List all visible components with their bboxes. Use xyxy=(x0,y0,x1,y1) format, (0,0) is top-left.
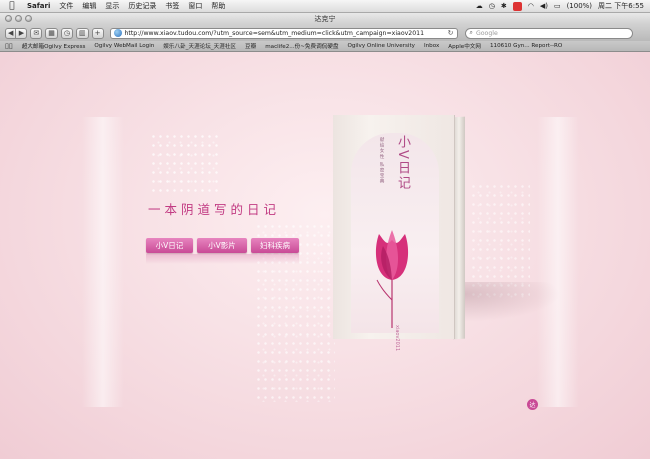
bookmark-item[interactable]: maclife2...份~免费调侃硬盘 xyxy=(265,42,338,50)
close-window-button[interactable] xyxy=(5,15,12,22)
book-icon: ▥ xyxy=(79,29,86,37)
decorative-stripe xyxy=(537,117,579,407)
globe-icon xyxy=(113,29,122,37)
forward-arrow-icon: ▶ xyxy=(18,29,25,37)
minimize-window-button[interactable] xyxy=(15,15,22,22)
menu-view[interactable]: 显示 xyxy=(105,1,119,11)
history-button[interactable]: ◷ xyxy=(60,27,73,39)
window-controls xyxy=(5,15,32,22)
book-subtitle: 献给女性 私密宝典 xyxy=(377,137,385,184)
bookmark-item[interactable]: Apple中文网 xyxy=(448,42,481,50)
menu-edit[interactable]: 编辑 xyxy=(82,1,96,11)
app-status-icon[interactable] xyxy=(512,1,522,11)
battery-percent: (100%) xyxy=(566,2,593,10)
url-text: http://www.xiaov.tudou.com/?utm_source=s… xyxy=(124,29,425,37)
reload-icon[interactable]: ↻ xyxy=(448,29,454,37)
menu-extras: ☁ ◷ ✱ ◠ ◀) ▭ (100%) 周二 下午6:55 xyxy=(476,1,650,11)
book-image[interactable]: 小V日记 献给女性 私密宝典 xiaov2011 xyxy=(333,115,465,351)
window-titlebar: 达克宁 xyxy=(0,13,650,25)
bookmark-item[interactable]: 豆瓣 xyxy=(245,42,256,50)
zoom-window-button[interactable] xyxy=(25,15,32,22)
menubar-clock[interactable]: 周二 下午6:55 xyxy=(598,1,644,11)
book-author: xiaov2011 xyxy=(394,325,400,352)
add-bookmark-button[interactable]: + xyxy=(91,27,104,39)
clock-icon: ◷ xyxy=(63,29,70,37)
bookmark-item[interactable]: 超大邮箱Ogilvy Express xyxy=(22,42,86,50)
button-reflection xyxy=(146,254,299,264)
menu-help[interactable]: 帮助 xyxy=(211,1,225,11)
wifi-icon[interactable]: ◠ xyxy=(528,2,534,10)
book-title: 小V日记 xyxy=(395,135,410,191)
bookmark-item[interactable]: 110610 Gyn... Report--RO xyxy=(490,43,562,49)
nav-button-row: 小V日记 小V影片 妇科疾病 xyxy=(146,238,299,253)
search-placeholder: Google xyxy=(475,29,498,37)
clock-menu-icon[interactable]: ◷ xyxy=(489,2,495,10)
web-page: 一本阴道写的日记 小V日记 小V影片 妇科疾病 小V日记 献给女性 私密宝典 x… xyxy=(0,52,650,459)
window-title: 达克宁 xyxy=(314,15,336,23)
disease-button[interactable]: 妇科疾病 xyxy=(251,238,299,253)
nav-buttons: ◀ ▶ xyxy=(5,27,28,39)
diary-button[interactable]: 小V日记 xyxy=(146,238,193,253)
page-headline: 一本阴道写的日记 xyxy=(148,202,281,217)
battery-icon[interactable]: ▭ xyxy=(554,2,561,10)
browser-toolbar: ◀ ▶ ✉ ▦ ◷ ▥ + http://www.xiaov.tudou.com… xyxy=(0,25,650,41)
forward-button[interactable]: ▶ xyxy=(16,27,28,39)
bookmark-item[interactable]: Ogilvy WebMail Login xyxy=(94,43,154,49)
bookmarks-book-icon[interactable]: ▯▯ xyxy=(5,42,13,50)
sparkle-decoration xyxy=(150,132,220,192)
cloud-icon[interactable]: ☁ xyxy=(476,2,483,10)
apple-menu-icon[interactable]:  xyxy=(6,1,18,11)
menu-bar:  Safari 文件 编辑 显示 历史记录 书签 窗口 帮助 ☁ ◷ ✱ ◠ … xyxy=(0,0,650,13)
bookmark-item[interactable]: 娱乐八卦_天涯论坛_天涯社区 xyxy=(163,42,236,50)
search-field[interactable]: ⌕ Google xyxy=(464,27,633,39)
back-button[interactable]: ◀ xyxy=(5,27,17,39)
mail-button[interactable]: ✉ xyxy=(30,27,43,39)
grid-icon: ▦ xyxy=(48,29,55,37)
menu-file[interactable]: 文件 xyxy=(59,1,73,11)
bookmark-item[interactable]: Ogilvy Online University xyxy=(347,43,415,49)
envelope-icon: ✉ xyxy=(33,29,40,37)
back-arrow-icon: ◀ xyxy=(8,29,14,37)
menu-window[interactable]: 窗口 xyxy=(188,1,202,11)
book-subtitle-line: 献给女性 xyxy=(379,137,384,160)
corner-badge-button[interactable]: 达 xyxy=(527,399,538,410)
book-subtitle-line: 私密宝典 xyxy=(379,161,384,185)
menu-bookmarks[interactable]: 书签 xyxy=(165,1,179,11)
menu-history[interactable]: 历史记录 xyxy=(128,1,156,11)
volume-icon[interactable]: ◀) xyxy=(540,2,548,10)
decorative-stripe xyxy=(82,117,124,407)
search-icon: ⌕ xyxy=(469,29,473,36)
tulip-icon xyxy=(375,230,409,328)
address-bar[interactable]: http://www.xiaov.tudou.com/?utm_source=s… xyxy=(109,27,458,39)
bluetooth-icon[interactable]: ✱ xyxy=(501,2,507,10)
topsites-button[interactable]: ▦ xyxy=(45,27,58,39)
book-cover: 小V日记 献给女性 私密宝典 xiaov2011 xyxy=(333,115,455,351)
bookmark-item[interactable]: Inbox xyxy=(424,43,439,49)
bookmarks-bar: ▯▯ 超大邮箱Ogilvy Express Ogilvy WebMail Log… xyxy=(0,41,650,52)
reader-button[interactable]: ▥ xyxy=(76,27,89,39)
menu-app-safari[interactable]: Safari xyxy=(27,2,50,10)
video-button[interactable]: 小V影片 xyxy=(197,238,247,253)
